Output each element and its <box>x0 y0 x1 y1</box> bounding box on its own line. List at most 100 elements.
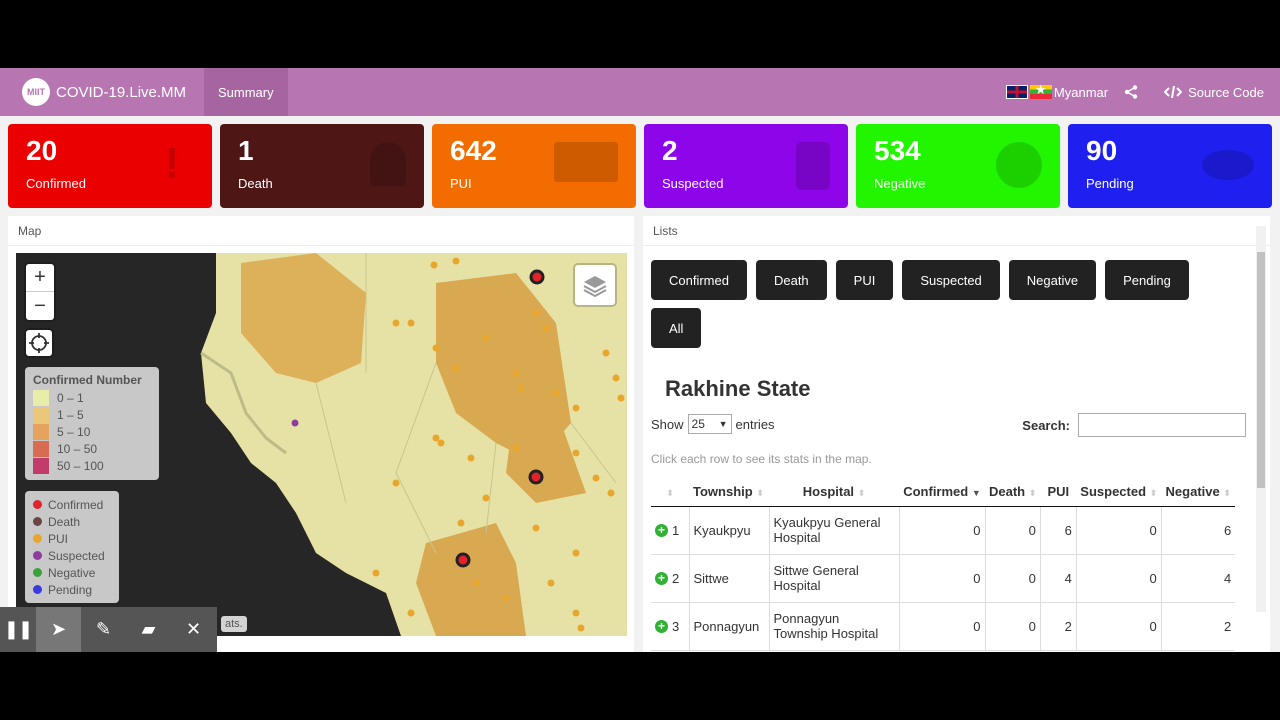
expand-row-icon[interactable]: + <box>655 523 668 537</box>
legend-label: PUI <box>48 531 69 546</box>
filter-confirmed-button[interactable]: Confirmed <box>651 260 747 300</box>
zoom-in-button[interactable]: + <box>26 264 54 292</box>
pointer-tool-button[interactable]: ➤ <box>36 607 81 652</box>
map-panel-title: Map <box>8 216 634 246</box>
table-row[interactable]: +1 Kyaukpyu Kyaukpyu General Hospital 0 … <box>651 506 1236 555</box>
cell-township: Ponnagyun <box>689 602 770 651</box>
locate-button[interactable] <box>26 330 52 356</box>
legend-dot <box>33 568 42 577</box>
filter-all-button[interactable]: All <box>651 308 702 348</box>
layers-button[interactable] <box>575 265 615 305</box>
share-icon <box>1124 85 1138 99</box>
cell-confirmed: 0 <box>899 554 986 603</box>
expand-row-icon[interactable]: + <box>655 619 668 633</box>
cell-hospital: Ponnagyun Township Hospital <box>769 602 900 651</box>
header-label: Township <box>693 484 753 500</box>
table-row[interactable]: +3 Ponnagyun Ponnagyun Township Hospital… <box>651 602 1236 651</box>
legend-label: 10 – 50 <box>57 441 98 456</box>
zoom-out-button[interactable]: − <box>26 292 54 320</box>
annotation-toolbar: ❚❚ ➤ ✎ ▰ ✕ <box>0 607 217 652</box>
col-hospital-header[interactable]: Hospital ⬍ <box>769 478 899 507</box>
col-pui-header[interactable]: PUI <box>1040 478 1077 507</box>
stat-card-death: 1 Death <box>220 124 424 208</box>
pen-tool-button[interactable]: ✎ <box>81 607 126 652</box>
scrollbar-thumb[interactable] <box>1257 252 1265 488</box>
user-card-icon <box>796 142 830 190</box>
legend-swatch <box>33 389 49 406</box>
search-control: Search: <box>1022 413 1246 437</box>
smile-icon <box>996 142 1042 188</box>
code-icon <box>1164 85 1183 99</box>
legend-dot <box>33 517 42 526</box>
legend-swatch <box>33 440 49 457</box>
pause-button[interactable]: ❚❚ <box>0 607 36 652</box>
map-panel: Map + − Confirmed Number 0 – 1 1 – 5 5 –… <box>8 216 634 652</box>
expand-row-icon[interactable]: + <box>655 571 668 585</box>
dropdown-arrow-icon: ▼ <box>718 419 728 429</box>
table-hint: Click each row to see its stats in the m… <box>651 452 872 466</box>
legend-label: 50 – 100 <box>57 458 104 473</box>
filter-pending-button[interactable]: Pending <box>1105 260 1189 300</box>
legend-dot <box>33 585 42 594</box>
search-input[interactable] <box>1078 413 1246 437</box>
page: MIIT COVID-19.Live.MM Summary Myanmar So… <box>0 68 1280 652</box>
eraser-icon: ▰ <box>141 619 156 639</box>
row-index: 2 <box>672 570 680 586</box>
legend-row: Negative <box>33 564 111 581</box>
header-label: Negative <box>1165 484 1220 500</box>
uk-flag-icon <box>1005 85 1028 99</box>
col-negative-header[interactable]: Negative ⬍ <box>1161 478 1236 507</box>
source-code-link[interactable]: Source Code <box>1164 85 1264 100</box>
brand[interactable]: MIIT COVID-19.Live.MM <box>0 68 204 116</box>
filter-death-button[interactable]: Death <box>755 260 827 300</box>
col-confirmed-header[interactable]: Confirmed ▼ <box>899 478 985 507</box>
eraser-tool-button[interactable]: ▰ <box>126 607 171 652</box>
filter-negative-button[interactable]: Negative <box>1008 260 1097 300</box>
legend-swatch <box>33 457 49 474</box>
col-death-header[interactable]: Death ⬍ <box>985 478 1041 507</box>
cell-pui: 6 <box>1040 506 1077 555</box>
cell-pui: 4 <box>1040 554 1077 603</box>
map-attribution[interactable]: ats. <box>221 616 247 632</box>
cell-negative: 4 <box>1161 554 1236 603</box>
filter-pui-button[interactable]: PUI <box>835 260 894 300</box>
col-suspected-header[interactable]: Suspected ⬍ <box>1076 478 1162 507</box>
language-switch[interactable]: Myanmar <box>1005 82 1108 100</box>
col-township-header[interactable]: Township ⬍ <box>689 478 769 507</box>
cell-confirmed: 0 <box>899 506 986 555</box>
stat-cards: 20 Confirmed ! 1 Death 642 PUI 2 Suspect… <box>8 124 1272 208</box>
share-button[interactable] <box>1124 85 1138 99</box>
hospital-bed-icon <box>554 142 618 182</box>
legend-label: Confirmed <box>48 497 104 512</box>
filter-suspected-button[interactable]: Suspected <box>902 260 1000 300</box>
pencil-icon: ✎ <box>95 619 112 639</box>
myanmar-flag-icon <box>1029 82 1052 99</box>
close-icon: ✕ <box>185 619 202 639</box>
lists-scrollbar[interactable] <box>1256 226 1266 612</box>
legend-label: Suspected <box>48 548 105 563</box>
legend-row: Pending <box>33 581 111 598</box>
source-code-label: Source Code <box>1188 84 1264 100</box>
entries-select[interactable]: 25 ▼ <box>687 414 732 434</box>
tab-summary[interactable]: Summary <box>204 68 288 116</box>
entries-label: entries <box>735 416 775 432</box>
map[interactable]: + − Confirmed Number 0 – 1 1 – 5 5 – 10 … <box>16 253 627 636</box>
cell-pui: 2 <box>1040 602 1077 651</box>
crosshair-icon <box>29 333 49 353</box>
table-row[interactable]: +2 Sittwe Sittwe General Hospital 0 0 4 … <box>651 554 1236 603</box>
cell-township: Sittwe <box>689 554 770 603</box>
legend-row: PUI <box>33 530 111 547</box>
township-table: ⬍ Township ⬍ Hospital ⬍ Confirmed ▼ Deat… <box>651 478 1236 651</box>
lists-panel: Lists Confirmed Death PUI Suspected Nega… <box>643 216 1270 652</box>
cell-township: Kyaukpyu <box>689 506 770 555</box>
close-toolbar-button[interactable]: ✕ <box>171 607 216 652</box>
col-index-header[interactable]: ⬍ <box>651 478 689 507</box>
eye-icon <box>1202 150 1254 180</box>
cell-suspected: 0 <box>1076 554 1162 603</box>
legend-row: 0 – 1 <box>33 389 151 406</box>
legend-dot <box>33 551 42 560</box>
legend-label: Negative <box>48 565 96 580</box>
cell-suspected: 0 <box>1076 506 1162 555</box>
navbar: MIIT COVID-19.Live.MM Summary Myanmar So… <box>0 68 1280 116</box>
brand-logo: MIIT <box>22 78 50 106</box>
